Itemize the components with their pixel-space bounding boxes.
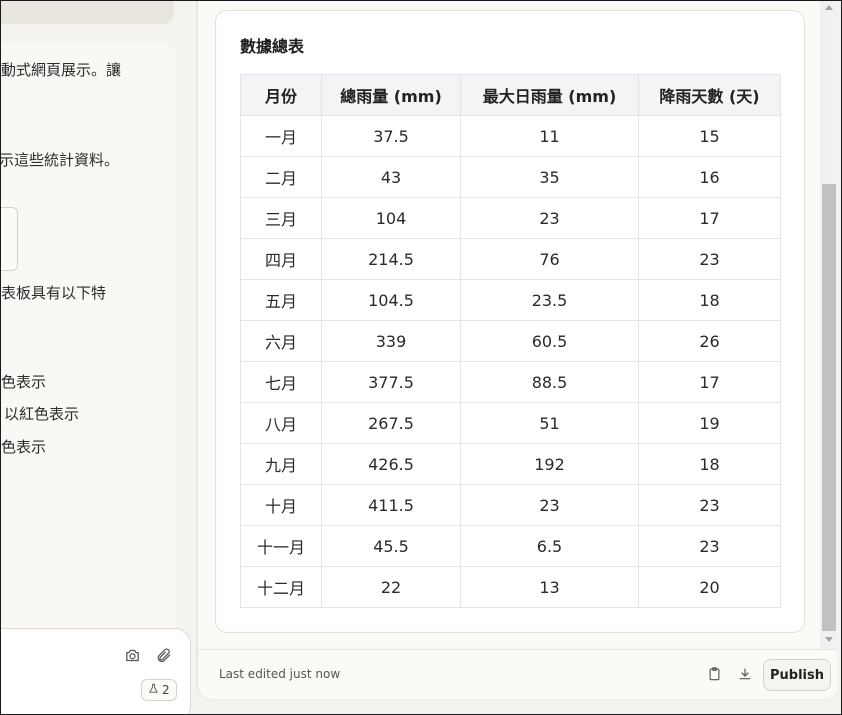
rain-days-cell: 23 bbox=[638, 525, 781, 567]
tools-badge[interactable]: 2 bbox=[141, 679, 177, 701]
summary-card: 數據總表 月份 總雨量 (mm) 最大日雨量 (mm) 降雨天數 (天) 一月 … bbox=[215, 10, 805, 633]
total-rainfall-cell: 377.5 bbox=[321, 361, 461, 403]
total-rainfall-cell: 43 bbox=[321, 156, 461, 198]
scroll-up-icon[interactable] bbox=[825, 5, 833, 10]
scroll-down-icon[interactable] bbox=[825, 637, 833, 642]
total-rainfall-cell: 104.5 bbox=[321, 279, 461, 321]
download-icon[interactable] bbox=[734, 663, 756, 685]
total-rainfall-cell: 45.5 bbox=[321, 525, 461, 567]
month-cell: 九月 bbox=[240, 443, 322, 485]
column-header-month: 月份 bbox=[240, 74, 322, 116]
month-cell: 十二月 bbox=[240, 566, 322, 608]
table-row: 十一月 45.5 6.5 23 bbox=[240, 525, 781, 567]
last-edited-status: Last edited just now bbox=[219, 667, 341, 681]
month-cell: 五月 bbox=[240, 279, 322, 321]
rainfall-table: 月份 總雨量 (mm) 最大日雨量 (mm) 降雨天數 (天) 一月 37.5 … bbox=[240, 74, 781, 608]
card-title: 數據總表 bbox=[240, 37, 305, 56]
rain-days-cell: 17 bbox=[638, 361, 781, 403]
chat-input[interactable] bbox=[1, 628, 191, 714]
total-rainfall-cell: 214.5 bbox=[321, 238, 461, 280]
table-row: 一月 37.5 11 15 bbox=[240, 115, 781, 157]
artifact-footer: Last edited just now Publish bbox=[198, 649, 838, 699]
rain-days-cell: 26 bbox=[638, 320, 781, 362]
clipboard-icon[interactable] bbox=[703, 663, 725, 685]
max-daily-rainfall-cell: 60.5 bbox=[460, 320, 639, 362]
month-cell: 七月 bbox=[240, 361, 322, 403]
table-header-row: 月份 總雨量 (mm) 最大日雨量 (mm) 降雨天數 (天) bbox=[240, 74, 781, 116]
scrollbar[interactable] bbox=[820, 1, 838, 649]
table-row: 六月 339 60.5 26 bbox=[240, 320, 781, 362]
assistant-message bbox=[1, 43, 176, 643]
message-line: 動式網頁展示。讓 bbox=[1, 61, 122, 79]
table-row: 五月 104.5 23.5 18 bbox=[240, 279, 781, 321]
message-line: 表板具有以下特 bbox=[1, 284, 107, 302]
total-rainfall-cell: 22 bbox=[321, 566, 461, 608]
max-daily-rainfall-cell: 13 bbox=[460, 566, 639, 608]
column-header-max-daily-rainfall: 最大日雨量 (mm) bbox=[460, 74, 639, 116]
message-line: 色表示 bbox=[1, 373, 47, 391]
camera-icon[interactable] bbox=[121, 644, 143, 666]
artifact-content: 數據總表 月份 總雨量 (mm) 最大日雨量 (mm) 降雨天數 (天) 一月 … bbox=[198, 1, 820, 649]
chat-pane: 動式網頁展示。讓 示這些統計資料。 表板具有以下特 色表示 以紅色表示 色表示 … bbox=[1, 1, 196, 714]
table-row: 八月 267.5 51 19 bbox=[240, 402, 781, 444]
column-header-total-rainfall: 總雨量 (mm) bbox=[321, 74, 461, 116]
max-daily-rainfall-cell: 192 bbox=[460, 443, 639, 485]
table-row: 十月 411.5 23 23 bbox=[240, 484, 781, 526]
rain-days-cell: 20 bbox=[638, 566, 781, 608]
publish-button[interactable]: Publish bbox=[763, 659, 831, 691]
max-daily-rainfall-cell: 23 bbox=[460, 197, 639, 239]
table-row: 三月 104 23 17 bbox=[240, 197, 781, 239]
max-daily-rainfall-cell: 11 bbox=[460, 115, 639, 157]
rain-days-cell: 18 bbox=[638, 443, 781, 485]
rain-days-cell: 19 bbox=[638, 402, 781, 444]
table-row: 二月 43 35 16 bbox=[240, 156, 781, 198]
paperclip-icon[interactable] bbox=[152, 644, 174, 666]
artifact-panel: 數據總表 月份 總雨量 (mm) 最大日雨量 (mm) 降雨天數 (天) 一月 … bbox=[197, 1, 838, 699]
total-rainfall-cell: 104 bbox=[321, 197, 461, 239]
column-header-rain-days: 降雨天數 (天) bbox=[638, 74, 781, 116]
month-cell: 二月 bbox=[240, 156, 322, 198]
table-row: 七月 377.5 88.5 17 bbox=[240, 361, 781, 403]
month-cell: 一月 bbox=[240, 115, 322, 157]
previous-message-bubble bbox=[1, 1, 174, 24]
rain-days-cell: 23 bbox=[638, 484, 781, 526]
message-line: 色表示 bbox=[1, 438, 47, 456]
total-rainfall-cell: 339 bbox=[321, 320, 461, 362]
max-daily-rainfall-cell: 23 bbox=[460, 484, 639, 526]
scrollbar-thumb[interactable] bbox=[822, 184, 836, 631]
rain-days-cell: 23 bbox=[638, 238, 781, 280]
rain-days-cell: 17 bbox=[638, 197, 781, 239]
total-rainfall-cell: 267.5 bbox=[321, 402, 461, 444]
max-daily-rainfall-cell: 76 bbox=[460, 238, 639, 280]
table-row: 十二月 22 13 20 bbox=[240, 566, 781, 608]
message-line: 以紅色表示 bbox=[4, 405, 80, 423]
window-gutter bbox=[837, 1, 841, 714]
artifact-reference-card[interactable] bbox=[1, 207, 18, 271]
table-row: 四月 214.5 76 23 bbox=[240, 238, 781, 280]
max-daily-rainfall-cell: 6.5 bbox=[460, 525, 639, 567]
tools-count: 2 bbox=[162, 683, 170, 697]
month-cell: 三月 bbox=[240, 197, 322, 239]
month-cell: 八月 bbox=[240, 402, 322, 444]
max-daily-rainfall-cell: 88.5 bbox=[460, 361, 639, 403]
total-rainfall-cell: 426.5 bbox=[321, 443, 461, 485]
total-rainfall-cell: 411.5 bbox=[321, 484, 461, 526]
month-cell: 四月 bbox=[240, 238, 322, 280]
month-cell: 六月 bbox=[240, 320, 322, 362]
max-daily-rainfall-cell: 23.5 bbox=[460, 279, 639, 321]
rain-days-cell: 16 bbox=[638, 156, 781, 198]
table-row: 九月 426.5 192 18 bbox=[240, 443, 781, 485]
month-cell: 十一月 bbox=[240, 525, 322, 567]
rain-days-cell: 18 bbox=[638, 279, 781, 321]
total-rainfall-cell: 37.5 bbox=[321, 115, 461, 157]
month-cell: 十月 bbox=[240, 484, 322, 526]
message-line: 示這些統計資料。 bbox=[0, 151, 120, 169]
rain-days-cell: 15 bbox=[638, 115, 781, 157]
max-daily-rainfall-cell: 51 bbox=[460, 402, 639, 444]
max-daily-rainfall-cell: 35 bbox=[460, 156, 639, 198]
flask-icon bbox=[148, 683, 159, 697]
app-window: 動式網頁展示。讓 示這些統計資料。 表板具有以下特 色表示 以紅色表示 色表示 … bbox=[0, 0, 842, 715]
